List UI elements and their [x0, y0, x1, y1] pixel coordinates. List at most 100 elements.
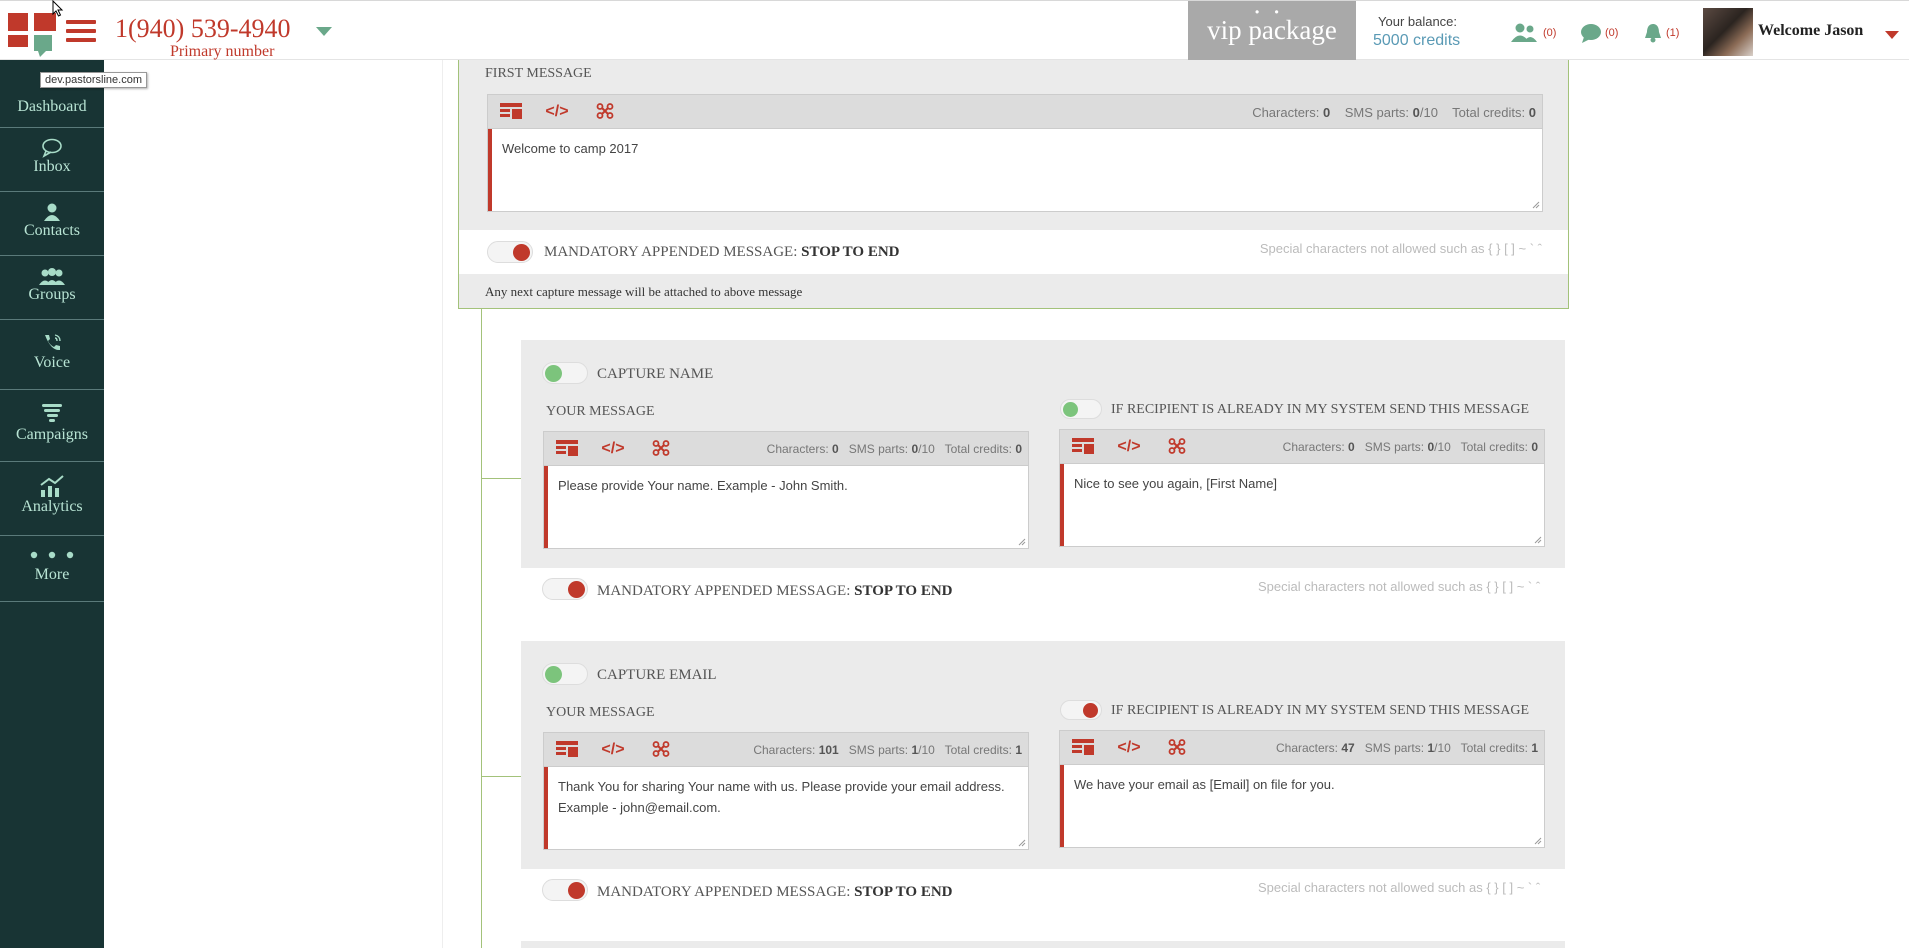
chevron-down-icon[interactable] [316, 27, 332, 36]
sidebar-item-label: Dashboard [17, 98, 87, 115]
total-credits-label: Total credits: [944, 442, 1012, 456]
shortcode-button[interactable] [648, 741, 674, 759]
sidebar-item-campaigns[interactable]: Campaigns [0, 390, 104, 462]
capture-name-textarea[interactable]: Please provide Your name. Example - John… [544, 466, 1028, 548]
hamburger-bar [66, 38, 96, 42]
capture-name-existing-textarea[interactable]: Nice to see you again, [First Name] [1060, 464, 1544, 546]
resize-grip-icon[interactable] [1530, 199, 1540, 209]
sidebar-item-dashboard[interactable]: Dashboard [0, 90, 104, 128]
total-credits-count: 1 [1531, 741, 1538, 755]
code-button[interactable]: </> [542, 103, 572, 121]
capture-email-mandatory-toggle[interactable] [542, 879, 588, 901]
welcome-user[interactable]: Welcome Jason [1758, 22, 1863, 40]
sidebar-item-analytics[interactable]: Analytics [0, 462, 104, 536]
toggle-knob [545, 666, 562, 683]
mandatory-message-label: MANDATORY APPENDED MESSAGE: STOP TO END [597, 583, 953, 600]
characters-count: 0 [832, 442, 839, 456]
capture-name-editor: </> Characters: 0 SMS parts: 0/10 Total … [543, 431, 1029, 549]
pastorsline-logo-icon[interactable] [8, 5, 56, 57]
contacts-notification[interactable]: (0) [1510, 23, 1556, 43]
content-divider [442, 60, 443, 948]
balance-value[interactable]: 5000 credits [1373, 32, 1460, 50]
first-message-label: FIRST MESSAGE [485, 66, 592, 81]
template-button[interactable] [1070, 739, 1096, 757]
template-button[interactable] [1070, 438, 1096, 456]
hamburger-bar [66, 20, 96, 24]
template-icon [556, 440, 578, 456]
template-button[interactable] [554, 440, 580, 458]
code-icon: </> [601, 741, 625, 758]
code-button[interactable]: </> [1114, 438, 1144, 456]
code-button[interactable]: </> [598, 440, 628, 458]
messages-notification[interactable]: (0) [1580, 23, 1618, 43]
if-recipient-toggle[interactable] [1060, 700, 1102, 720]
capture-email-toggle[interactable] [542, 663, 588, 685]
resize-grip-icon[interactable] [1532, 534, 1542, 544]
special-characters-note: Special characters not allowed such as {… [1259, 241, 1542, 256]
sms-parts-total: /10 [1434, 440, 1451, 454]
if-recipient-toggle[interactable] [1060, 399, 1102, 419]
template-icon [1072, 739, 1094, 755]
group-icon [39, 268, 65, 285]
message-text: Welcome to camp 2017 [502, 141, 639, 156]
capture-name-title: CAPTURE NAME [597, 366, 714, 382]
resize-grip-icon[interactable] [1016, 837, 1026, 847]
toggle-knob [568, 882, 585, 899]
mandatory-bold-text: STOP TO END [854, 884, 953, 900]
primary-phone-number[interactable]: 1(940) 539-4940 [115, 16, 290, 42]
shortcode-button[interactable] [592, 103, 618, 121]
characters-label: Characters: [753, 743, 816, 757]
shortcode-button[interactable] [1164, 739, 1190, 757]
template-button[interactable] [554, 741, 580, 759]
sidebar-item-voice[interactable]: Voice [0, 320, 104, 390]
balance-label: Your balance: [1378, 14, 1458, 29]
sidebar-item-groups[interactable]: Groups [0, 256, 104, 320]
first-message-textarea[interactable]: Welcome to camp 2017 [488, 129, 1542, 211]
code-icon: </> [1117, 438, 1141, 455]
menu-toggle-button[interactable] [66, 20, 96, 44]
phone-sub-label: Primary number [170, 43, 275, 60]
sidebar-item-label: More [34, 566, 70, 583]
message-stats: Characters: 101 SMS parts: 1/10 Total cr… [753, 743, 1022, 757]
resize-grip-icon[interactable] [1016, 536, 1026, 546]
command-icon [652, 440, 670, 456]
users-icon [1511, 23, 1537, 42]
capture-name-mandatory-toggle[interactable] [542, 578, 588, 600]
shortcode-button[interactable] [1164, 438, 1190, 456]
chevron-down-icon[interactable] [1885, 31, 1899, 39]
capture-name-existing-editor: </> Characters: 0 SMS parts: 0/10 Total … [1059, 429, 1545, 547]
first-message-editor: </> Characters: 0 SMS parts: 0/10 Total … [487, 94, 1543, 212]
tornado-icon [42, 404, 62, 422]
vip-dots: • • [1255, 5, 1285, 19]
dots-icon [30, 551, 74, 559]
capture-name-toggle[interactable] [542, 362, 588, 384]
shortcode-button[interactable] [648, 440, 674, 458]
sms-parts-total: /10 [918, 743, 935, 757]
code-icon: </> [601, 440, 625, 457]
capture-email-textarea[interactable]: Thank You for sharing Your name with us.… [544, 767, 1028, 849]
mandatory-text: MANDATORY APPENDED MESSAGE: [597, 583, 851, 599]
notifications-bell[interactable]: (1) [1643, 23, 1679, 43]
tree-connector [481, 309, 482, 948]
avatar[interactable] [1703, 8, 1753, 56]
sidebar-item-inbox[interactable]: Inbox [0, 128, 104, 192]
your-message-label: YOUR MESSAGE [546, 404, 655, 419]
capture-email-existing-textarea[interactable]: We have your email as [Email] on file fo… [1060, 765, 1544, 847]
sidebar-item-more[interactable]: More [0, 536, 104, 602]
total-credits-label: Total credits: [944, 743, 1012, 757]
code-button[interactable]: </> [598, 741, 628, 759]
command-icon [652, 741, 670, 757]
mandatory-message-label: MANDATORY APPENDED MESSAGE: STOP TO END [544, 244, 900, 261]
capture-email-editor: </> Characters: 101 SMS parts: 1/10 Tota… [543, 732, 1029, 850]
characters-count: 101 [818, 743, 839, 757]
total-credits-count: 1 [1015, 743, 1022, 757]
sidebar-item-contacts[interactable]: Contacts [0, 192, 104, 256]
user-icon [44, 203, 60, 221]
template-button[interactable] [498, 103, 524, 121]
if-recipient-label: IF RECIPIENT IS ALREADY IN MY SYSTEM SEN… [1111, 402, 1530, 417]
mandatory-toggle[interactable] [487, 241, 533, 263]
message-stats: Characters: 47 SMS parts: 1/10 Total cre… [1276, 741, 1538, 755]
sidebar-item-label: Voice [33, 354, 71, 371]
code-button[interactable]: </> [1114, 739, 1144, 757]
resize-grip-icon[interactable] [1532, 835, 1542, 845]
